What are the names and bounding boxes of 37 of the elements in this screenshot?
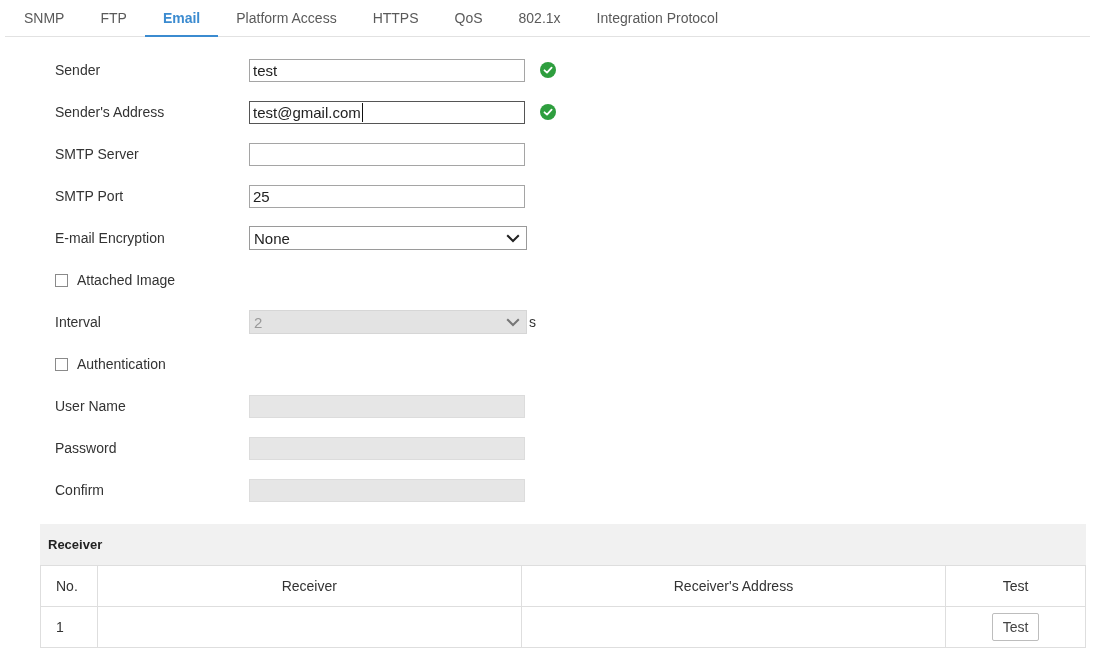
tab[interactable]: SNMP xyxy=(6,0,83,37)
table-cell: 1 xyxy=(40,606,98,648)
dropdown[interactable]: None xyxy=(249,226,527,250)
tab[interactable]: Email xyxy=(144,0,219,37)
column-header: Test xyxy=(945,565,1086,607)
field-label: SMTP Port xyxy=(55,188,124,204)
chevron-down-icon xyxy=(506,233,520,243)
field-label: User Name xyxy=(55,398,126,414)
checkbox[interactable] xyxy=(55,357,68,371)
tab[interactable]: FTP xyxy=(82,0,145,37)
input-field[interactable]: test@gmail.com xyxy=(249,100,525,124)
tab[interactable]: Integration Protocol xyxy=(578,0,736,37)
field-label: Interval xyxy=(55,314,101,330)
tab[interactable]: 802.1x xyxy=(500,0,579,37)
field-label: Sender's Address xyxy=(55,104,165,120)
test-button[interactable]: Test xyxy=(991,613,1040,641)
field-label: E-mail Encryption xyxy=(55,230,165,246)
chevron-down-icon xyxy=(506,317,520,327)
field-label: Sender xyxy=(55,62,101,78)
input-field[interactable]: test xyxy=(249,58,525,82)
tab[interactable]: HTTPS xyxy=(354,0,437,37)
field-label: SMTP Server xyxy=(55,146,139,162)
checkbox[interactable] xyxy=(55,273,68,287)
checkbox-label: Attached Image xyxy=(77,272,176,288)
input-field[interactable]: 25 xyxy=(249,184,525,208)
text-cursor-icon xyxy=(361,102,363,122)
tab[interactable]: QoS xyxy=(436,0,501,37)
tab[interactable]: Platform Access xyxy=(218,0,355,37)
section-header: Receiver xyxy=(40,524,1086,565)
unit-label: s xyxy=(529,314,536,330)
column-header: No. xyxy=(40,565,98,607)
checkbox-label: Authentication xyxy=(77,356,166,372)
field-label: Password xyxy=(55,440,117,456)
column-header: Receiver's Address xyxy=(521,565,946,607)
input-field[interactable] xyxy=(249,142,525,166)
field-label: Confirm xyxy=(55,482,104,498)
column-header: Receiver xyxy=(97,565,522,607)
